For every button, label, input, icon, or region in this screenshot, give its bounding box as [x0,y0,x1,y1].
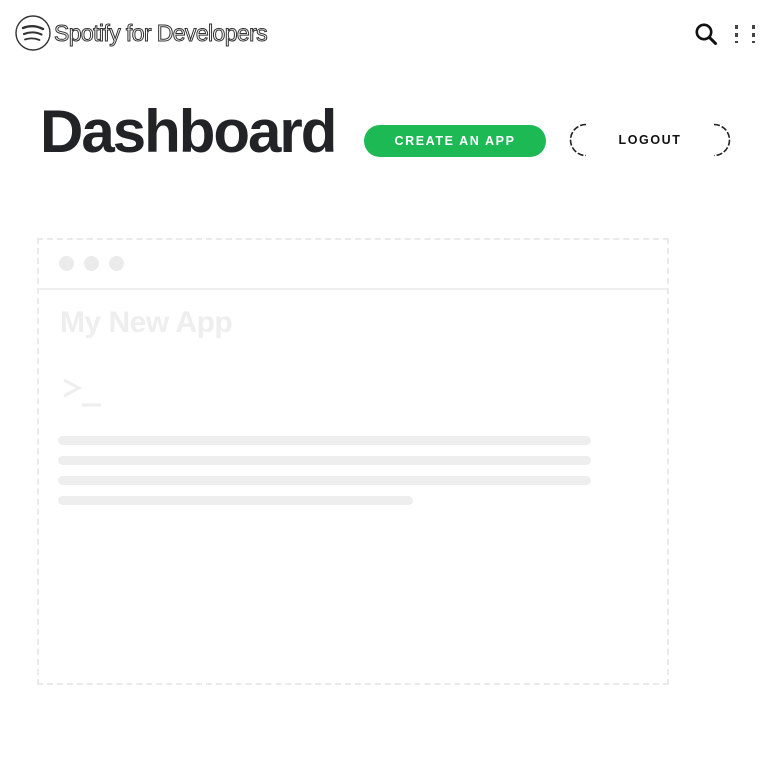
developer-dashboard-page: Spotify for Developers Dashboard CREATE … [0,0,768,783]
create-app-button[interactable]: CREATE AN APP [364,125,546,157]
skeleton-line [58,436,591,445]
window-dot [59,256,74,271]
new-app-placeholder-card: My New App [37,238,669,685]
window-dots [59,256,124,271]
card-window-chrome [39,240,667,290]
placeholder-app-title: My New App [60,306,233,339]
spotify-logo-icon [15,15,51,51]
menu-icon[interactable] [732,22,758,46]
skeleton-line [58,496,413,505]
logout-button[interactable]: LOGOUT [569,123,731,157]
logout-label: LOGOUT [618,133,682,147]
search-icon[interactable] [694,22,718,46]
dashboard-header: Dashboard CREATE AN APP LOGOUT [40,96,740,176]
window-dot [109,256,124,271]
skeleton-line [58,456,591,465]
top-nav-actions [694,22,758,46]
brand-home-link[interactable]: Spotify for Developers [14,14,268,52]
skeleton-line [58,476,591,485]
window-dot [84,256,99,271]
page-title: Dashboard [40,98,337,165]
terminal-prompt-icon [63,378,101,407]
top-navigation-bar: Spotify for Developers [14,12,758,56]
brand-wordmark: Spotify for Developers [53,19,268,46]
